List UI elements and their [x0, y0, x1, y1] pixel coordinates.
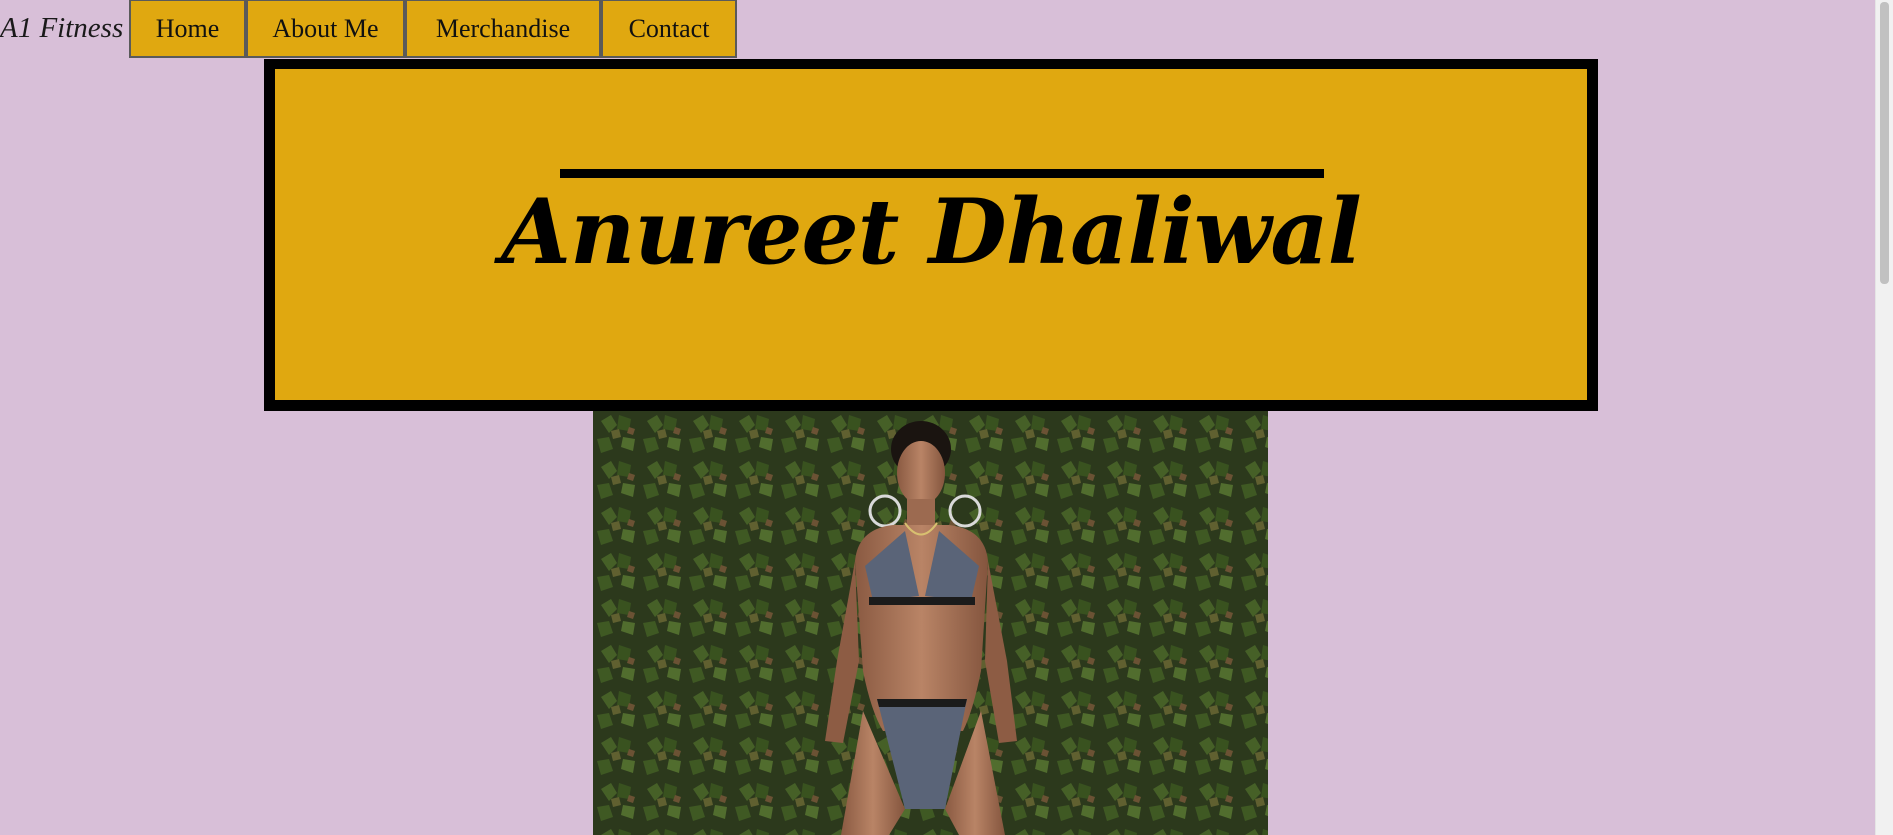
portrait-photo-image [593, 411, 1268, 835]
nav-home-button[interactable]: Home [129, 0, 246, 58]
nav-contact-button[interactable]: Contact [601, 0, 737, 58]
banner-panel: Anureet Dhaliwal [275, 69, 1587, 400]
hero-banner: Anureet Dhaliwal [264, 59, 1598, 411]
page: A1 Fitness Home About Me Merchandise Con… [0, 0, 1893, 835]
vertical-scrollbar[interactable] [1875, 0, 1893, 835]
banner-divider [560, 169, 1324, 178]
brand-logo-text[interactable]: A1 Fitness [0, 12, 123, 45]
hero-photo [593, 411, 1268, 835]
main-nav: Home About Me Merchandise Contact [129, 0, 737, 58]
page-title: Anureet Dhaliwal [501, 179, 1362, 285]
scrollbar-thumb[interactable] [1880, 2, 1889, 284]
nav-merchandise-button[interactable]: Merchandise [405, 0, 601, 58]
nav-about-button[interactable]: About Me [246, 0, 405, 58]
